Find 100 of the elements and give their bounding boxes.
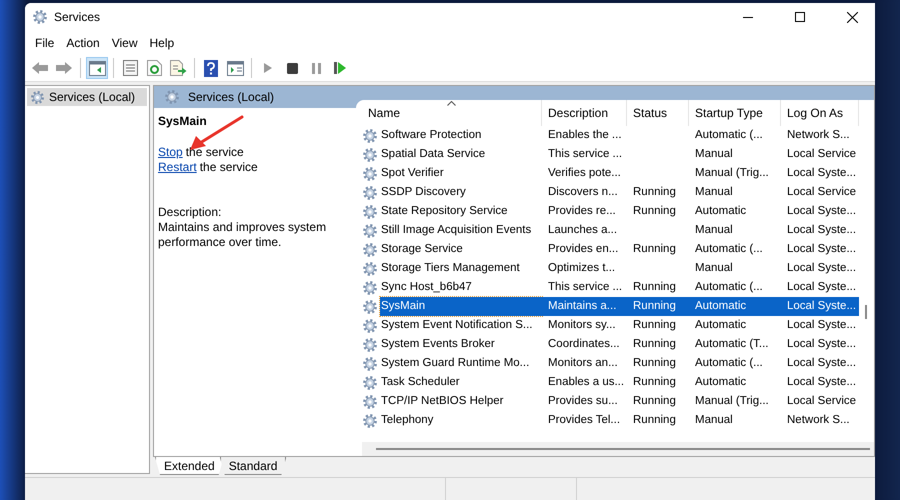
table-cell: Automatic	[689, 297, 781, 316]
table-cell-text: Monitors an...	[547, 356, 619, 371]
refresh-icon	[146, 60, 162, 76]
table-cell-text: Provides re...	[547, 204, 617, 219]
table-cell[interactable]: Telephony	[380, 411, 542, 430]
gear-icon	[362, 298, 378, 314]
table-cell-text: Running	[632, 318, 677, 333]
table-cell-text: Running	[632, 375, 677, 390]
table-cell-text: Automatic	[694, 204, 748, 219]
table-cell-text: Running	[632, 394, 677, 409]
column-header[interactable]: Log On As	[781, 100, 859, 126]
table-cell-text: Local Service	[786, 185, 858, 200]
table-cell: Maintains a...	[542, 297, 627, 316]
table-cell-text: Automatic (...	[694, 128, 764, 143]
table-cell-text: Running	[632, 356, 677, 371]
column-header[interactable]: Name	[362, 100, 542, 126]
table-cell[interactable]: State Repository Service	[380, 202, 542, 221]
play-icon	[263, 62, 273, 74]
tree-item[interactable]: Services (Local)	[27, 88, 147, 106]
menu-item[interactable]: File	[30, 36, 60, 50]
scrollbar-thumb[interactable]	[376, 448, 870, 450]
table-cell[interactable]: System Events Broker	[380, 335, 542, 354]
table-cell-text: Provides su...	[547, 394, 619, 409]
view-tab[interactable]: Extended	[155, 457, 224, 475]
table-cell-text: Local Syste...	[786, 242, 858, 257]
view-tab[interactable]: Standard	[220, 457, 286, 475]
table-cell-text: Optimizes t...	[547, 261, 616, 276]
column-header[interactable]: Startup Type	[689, 100, 781, 126]
table-cell-text: Running	[632, 280, 677, 295]
maximize-icon	[795, 12, 805, 22]
table-cell[interactable]: Still Image Acquisition Events	[380, 221, 542, 240]
table-cell-text: This service ...	[547, 147, 624, 162]
table-cell[interactable]: Storage Service	[380, 240, 542, 259]
back-arrow-icon	[31, 61, 49, 75]
action-text: the service	[186, 145, 244, 160]
table-cell[interactable]: System Guard Runtime Mo...	[380, 354, 542, 373]
gear-icon	[362, 394, 378, 410]
table-cell-text: Network S...	[786, 128, 851, 143]
resume-icon	[334, 62, 346, 74]
action-link[interactable]: Restart	[158, 160, 197, 175]
column-header[interactable]: Description	[542, 100, 627, 126]
table-cell: Running	[627, 297, 689, 316]
gear-icon	[362, 166, 378, 182]
table-cell[interactable]: System Event Notification S...	[380, 316, 542, 335]
table-cell-text: Manual	[694, 223, 734, 238]
table-cell-text: Local Syste...	[786, 318, 858, 333]
panel-title: Services (Local)	[188, 90, 274, 104]
menu-item[interactable]: Help	[144, 36, 180, 50]
table-cell[interactable]: SysMain	[380, 297, 542, 316]
services-app-icon	[32, 9, 48, 25]
table-cell-text: Monitors sy...	[547, 318, 617, 333]
table-cell-text: Running	[632, 337, 677, 352]
table-cell-text: Manual	[694, 147, 734, 162]
table-cell-text: Provides en...	[547, 242, 620, 257]
table-cell[interactable]: Task Scheduler	[380, 373, 542, 392]
table-cell-text: This service ...	[547, 280, 624, 295]
description-label: Description:	[158, 205, 222, 220]
gear-icon	[362, 318, 378, 334]
action-text: the service	[200, 160, 258, 175]
gear-icon	[362, 184, 378, 200]
table-cell-text: Manual	[694, 413, 734, 428]
forward-arrow-icon	[55, 61, 73, 75]
table-cell-text: Manual	[694, 185, 734, 200]
table-cell-text: Local Syste...	[786, 337, 858, 352]
table-cell-text: Manual (Trig...	[694, 166, 770, 181]
scrollbar-thumb[interactable]	[865, 305, 867, 319]
table-cell[interactable]: Spot Verifier	[380, 164, 542, 183]
table-cell-text: Running	[632, 185, 677, 200]
gear-icon	[362, 222, 378, 238]
gear-icon	[362, 204, 378, 220]
table-cell-text: Discovers n...	[547, 185, 619, 200]
table-cell[interactable]: Sync Host_b6b47	[380, 278, 542, 297]
pause-icon	[312, 62, 320, 74]
table-cell-text: Enables a us...	[547, 375, 626, 390]
menu-item[interactable]: View	[106, 36, 142, 50]
table-cell-text: Automatic (...	[694, 242, 764, 257]
table-cell-text: Manual	[694, 261, 734, 276]
table-cell[interactable]: Software Protection	[380, 126, 542, 145]
gear-icon	[362, 336, 378, 352]
table-cell-text: Running	[632, 413, 677, 428]
table-cell-text: Automatic	[694, 318, 748, 333]
table-cell-text: Local Syste...	[786, 261, 858, 276]
close-icon	[846, 12, 858, 22]
table-cell-text: Automatic (...	[694, 280, 764, 295]
gear-icon	[362, 260, 378, 276]
menu-item[interactable]: Action	[61, 36, 105, 50]
table-cell[interactable]: Storage Tiers Management	[380, 259, 542, 278]
table-cell-text: Verifies pote...	[547, 166, 622, 181]
table-cell[interactable]: TCP/IP NetBIOS Helper	[380, 392, 542, 411]
table-cell-text: Local Syste...	[786, 223, 858, 238]
table-cell-text: Launches a...	[547, 223, 618, 238]
action-link[interactable]: Stop	[158, 145, 183, 160]
gear-icon	[362, 412, 378, 428]
table-cell[interactable]: Spatial Data Service	[380, 145, 542, 164]
table-cell-text: Running	[632, 242, 677, 257]
stop-icon	[286, 62, 298, 74]
table-cell-text: Automatic	[694, 375, 748, 390]
gear-icon	[362, 280, 378, 296]
column-header[interactable]: Status	[627, 100, 689, 126]
table-cell[interactable]: SSDP Discovery	[380, 183, 542, 202]
